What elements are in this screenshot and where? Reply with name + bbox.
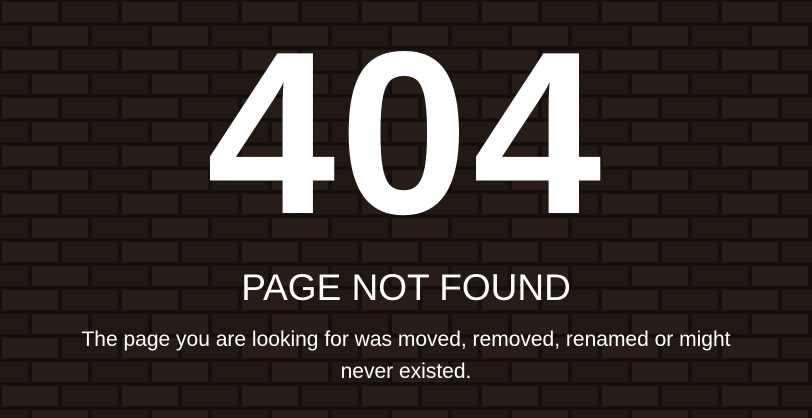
error-title: PAGE NOT FOUND	[241, 267, 571, 308]
error-code: 404	[206, 4, 606, 263]
error-message: The page you are looking for was moved, …	[81, 328, 731, 383]
not-found-panel: 404 PAGE NOT FOUND The page you are look…	[0, 0, 812, 418]
